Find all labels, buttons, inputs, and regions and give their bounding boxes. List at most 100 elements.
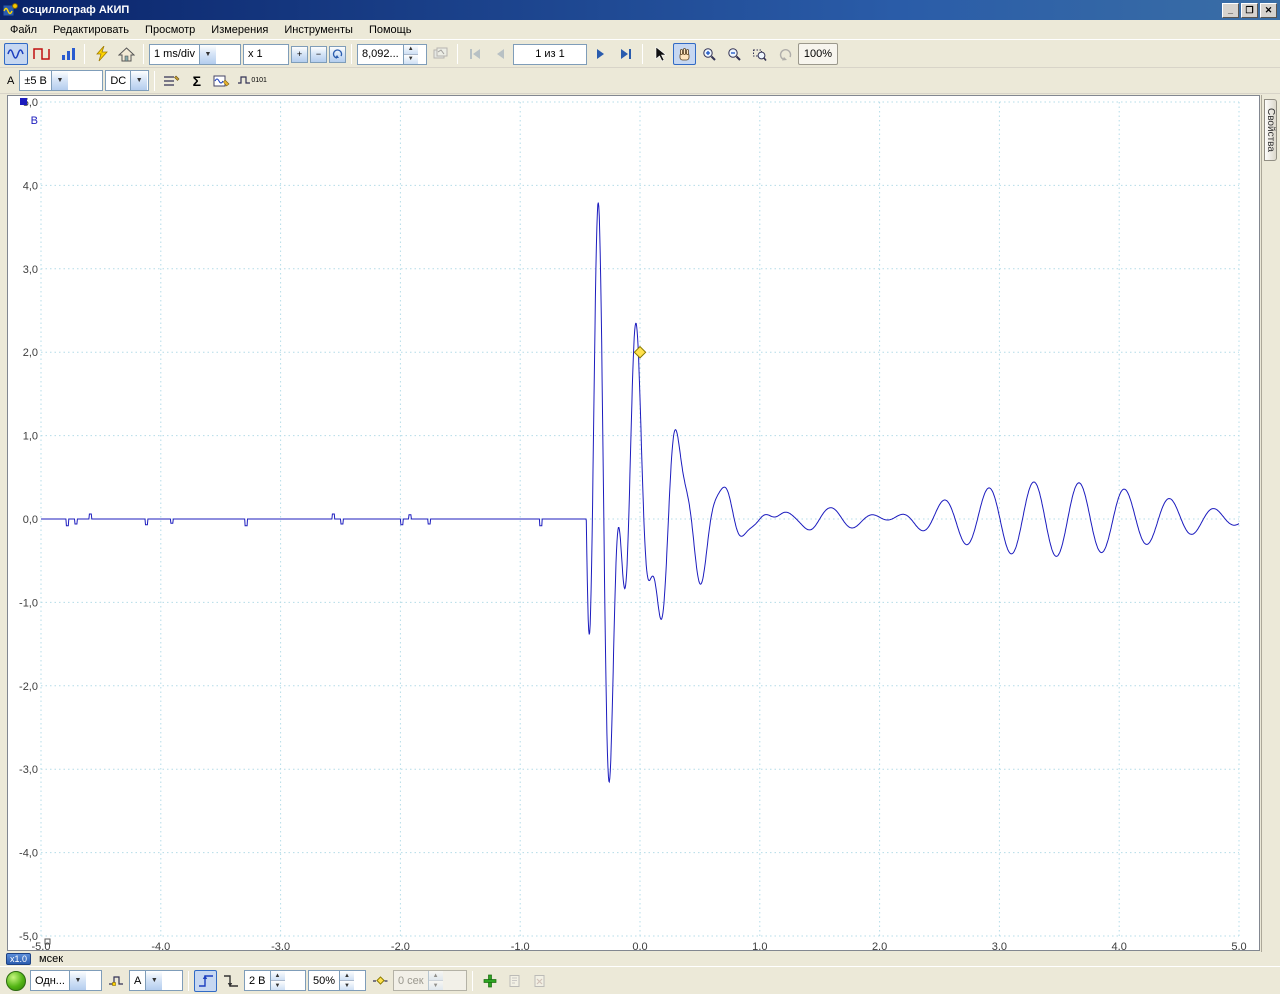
rising-edge-button[interactable] (194, 970, 217, 992)
svg-text:4,0: 4,0 (1112, 941, 1127, 951)
menu-edit[interactable]: Редактировать (45, 22, 137, 38)
prev-page-icon (494, 48, 506, 60)
auto-setup-button[interactable] (90, 43, 113, 65)
probes-button[interactable] (160, 70, 183, 92)
zoom-out-tool-button[interactable] (723, 43, 746, 65)
restore-button[interactable]: ❐ (1241, 3, 1258, 18)
marquee-zoom-icon (752, 47, 767, 62)
spinner-buttons[interactable]: ▲▼ (339, 971, 354, 990)
channel-a-range-select[interactable]: ±5 В ▼ (19, 70, 103, 91)
zoom-100-button[interactable]: 100% (798, 43, 838, 65)
trigger-marker-button[interactable] (368, 970, 391, 992)
digital-inputs-button[interactable]: 0101 (235, 70, 270, 92)
svg-text:-1,0: -1,0 (19, 597, 38, 609)
spinner-buttons[interactable]: ▲▼ (428, 971, 443, 990)
undo-zoom-button[interactable] (773, 43, 796, 65)
zoom-in-tool-button[interactable] (698, 43, 721, 65)
trigger-mode-select[interactable]: Одн... ▼ (30, 970, 102, 991)
nav-first-button[interactable] (463, 43, 486, 65)
right-panel-strip: Свойства (1261, 95, 1280, 952)
scope-view-button[interactable] (4, 43, 28, 65)
spectrum-bars-icon (60, 47, 76, 61)
trigger-source-select[interactable]: A ▼ (129, 970, 183, 991)
digital-0101-label: 0101 (251, 77, 267, 84)
main-toolbar: 1 ms/div ▼ x 1 + − 8,092... ▲▼ (0, 41, 1280, 68)
trigger-setup-icon (108, 974, 124, 988)
svg-text:2,0: 2,0 (23, 347, 38, 359)
svg-text:-4,0: -4,0 (151, 941, 170, 951)
samples-spinner[interactable]: 8,092... ▲▼ (357, 44, 427, 65)
menu-measurements[interactable]: Измерения (203, 22, 276, 38)
zoom-x-in-button[interactable]: + (291, 46, 308, 63)
chevron-down-icon[interactable]: ▼ (130, 71, 147, 90)
spinner-buttons[interactable]: ▲▼ (403, 45, 418, 64)
pretrigger-spinner[interactable]: 50% ▲▼ (308, 970, 366, 991)
svg-text:3,0: 3,0 (23, 264, 38, 276)
home-button[interactable] (115, 43, 138, 65)
zoom-x-reset-button[interactable] (329, 46, 346, 63)
chevron-down-icon[interactable]: ▼ (69, 971, 86, 990)
window-title: осциллограф АКИП (22, 4, 129, 16)
menu-tools[interactable]: Инструменты (276, 22, 361, 38)
chevron-down-icon[interactable]: ▼ (51, 71, 68, 90)
square-wave-icon (33, 47, 51, 61)
chevron-down-icon[interactable]: ▼ (199, 45, 216, 64)
close-button[interactable]: ✕ (1260, 3, 1277, 18)
sine-wave-icon (7, 47, 25, 61)
marquee-zoom-button[interactable] (748, 43, 771, 65)
spinner-buttons[interactable]: ▲▼ (270, 971, 285, 990)
time-unit-label: мсек (39, 953, 63, 965)
svg-text:1,0: 1,0 (752, 941, 767, 951)
channel-a-coupling-select[interactable]: DC ▼ (105, 70, 149, 91)
start-stop-button[interactable] (6, 971, 26, 991)
undo-arrow-icon (332, 49, 343, 59)
app-window: осциллограф АКИП _ ❐ ✕ Файл Редактироват… (0, 0, 1280, 994)
menu-view[interactable]: Просмотр (137, 22, 203, 38)
zoom-x-field[interactable]: x 1 (243, 44, 289, 65)
svg-text:1,0: 1,0 (23, 431, 38, 443)
svg-text:2,0: 2,0 (872, 941, 887, 951)
waveform-plot[interactable]: -5,0-4,0-3,0-2,0-1,00,01,02,03,04,05,05,… (7, 95, 1260, 951)
minimize-button[interactable]: _ (1222, 3, 1239, 18)
trigger-level-spinner[interactable]: 2 В ▲▼ (244, 970, 306, 991)
reference-waveform-button[interactable] (210, 70, 233, 92)
nav-last-button[interactable] (614, 43, 637, 65)
edit-measurement-button[interactable] (503, 970, 526, 992)
nav-next-button[interactable] (589, 43, 612, 65)
reference-waveform-icon (213, 74, 230, 88)
nav-prev-button[interactable] (488, 43, 511, 65)
svg-text:0,0: 0,0 (23, 514, 38, 526)
zoom-badge: x1.0 (6, 953, 31, 965)
square-view-button[interactable] (30, 43, 54, 65)
trigger-toolbar: Одн... ▼ A ▼ 2 В ▲▼ (0, 966, 1280, 994)
svg-text:-3,0: -3,0 (271, 941, 290, 951)
chevron-down-icon[interactable]: ▼ (145, 971, 162, 990)
timebase-select[interactable]: 1 ms/div ▼ (149, 44, 241, 65)
delay-spinner[interactable]: 0 сек ▲▼ (393, 970, 467, 991)
pan-tool-button[interactable] (673, 43, 696, 65)
svg-text:-1,0: -1,0 (511, 941, 530, 951)
properties-tab[interactable]: Свойства (1264, 99, 1277, 161)
buffer-indicator[interactable]: 1 из 1 (513, 44, 587, 65)
falling-edge-button[interactable] (219, 970, 242, 992)
sigma-icon: Σ (193, 73, 201, 89)
svg-text:4,0: 4,0 (23, 180, 38, 192)
svg-text:-3,0: -3,0 (19, 764, 38, 776)
menu-help[interactable]: Помощь (361, 22, 420, 38)
zoom-x-out-button[interactable]: − (310, 46, 327, 63)
quick-trigger-button[interactable] (104, 970, 127, 992)
last-page-icon (619, 48, 633, 60)
spectrum-view-button[interactable] (56, 43, 79, 65)
lightning-icon (95, 46, 109, 62)
delete-measurement-button[interactable] (528, 970, 551, 992)
channel-toolbar: A ±5 В ▼ DC ▼ Σ (0, 68, 1280, 94)
arrow-cursor-icon (653, 46, 667, 62)
add-measurement-button[interactable] (478, 970, 501, 992)
menu-file[interactable]: Файл (2, 22, 45, 38)
zoom-out-icon (727, 47, 742, 62)
math-sigma-button[interactable]: Σ (185, 70, 208, 92)
first-page-icon (468, 48, 482, 60)
buffer-overview-button[interactable] (429, 43, 452, 65)
buffers-icon (433, 47, 449, 61)
cursor-tool-button[interactable] (648, 43, 671, 65)
